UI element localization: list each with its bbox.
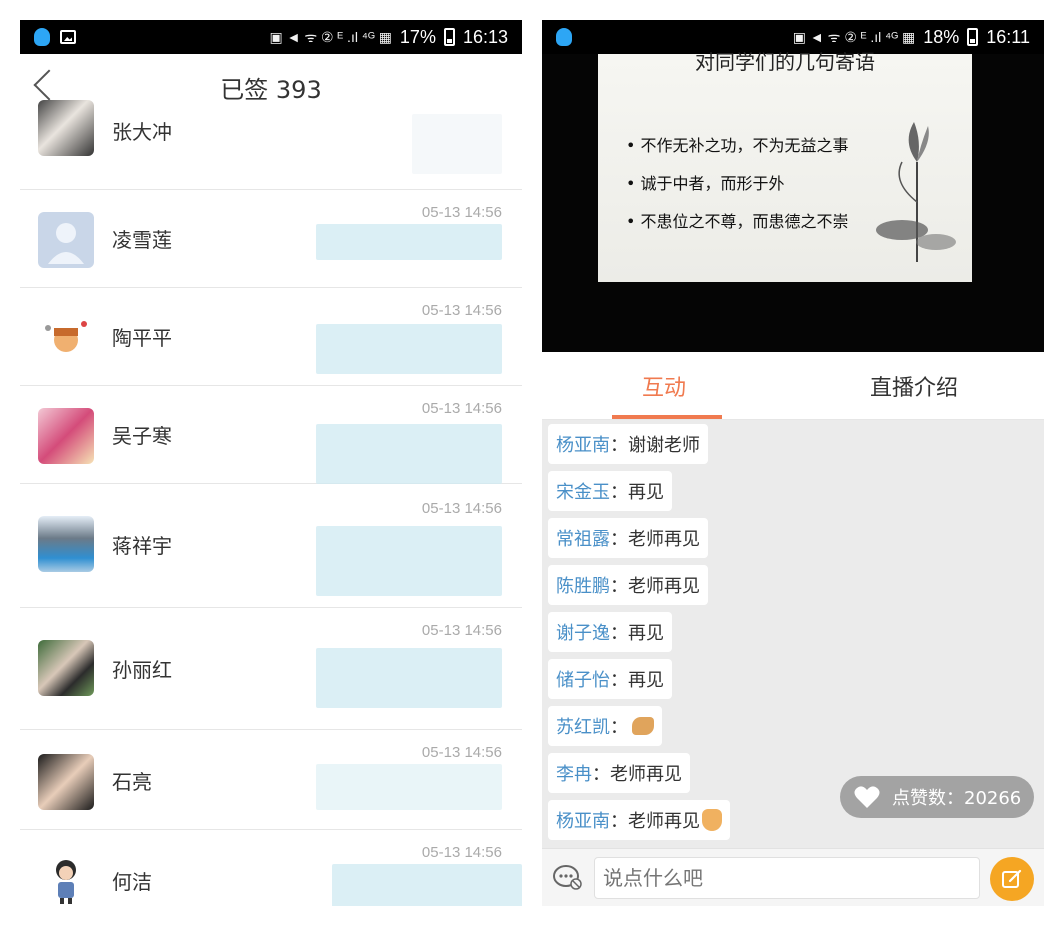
sign-time: 05-13 14:56 xyxy=(421,744,502,761)
avatar xyxy=(38,852,94,906)
avatar xyxy=(38,754,94,810)
chat-text: ：再见 xyxy=(610,482,664,503)
chat-text: ：谢谢老师 xyxy=(610,435,700,456)
right-screen: ▣ ◄ ᯤ ② ᴱ .ıl ⁴ᴳ ▦ 18% 16:11 对同学们的几句寄语 •… xyxy=(542,20,1044,906)
like-count: 点赞数：20266 xyxy=(892,788,1022,809)
status-icons: ▣ ◄ ᯤ ② ᴱ .ıl ⁴ᴳ ▦ xyxy=(269,28,392,45)
sign-time: 05-13 14:56 xyxy=(421,844,502,861)
member-name: 凌雪莲 xyxy=(112,228,172,252)
list-item[interactable]: 何洁 05-13 14:56 xyxy=(20,830,522,906)
chat-text: ： xyxy=(610,717,628,738)
chat-message: 苏红凯： xyxy=(548,706,662,746)
list-item[interactable]: 石亮 05-13 14:56 xyxy=(20,730,522,830)
chat-username[interactable]: 常祖露 xyxy=(556,525,610,551)
avatar xyxy=(38,310,94,366)
chat-username[interactable]: 陈胜鹏 xyxy=(556,572,610,598)
list-item[interactable]: 蒋祥宇 05-13 14:56 xyxy=(20,484,522,608)
sign-time: 05-13 14:56 xyxy=(421,204,502,221)
tab-indicator xyxy=(612,415,722,419)
chat-username[interactable]: 李冉 xyxy=(556,760,592,786)
lecture-slide: 对同学们的几句寄语 • 不作无补之功，不为无益之事 • 诚于中者，而形于外 • … xyxy=(598,50,972,282)
clock: 16:13 xyxy=(462,26,508,47)
status-icons: ▣ ◄ ᯤ ② ᴱ .ıl ⁴ᴳ ▦ xyxy=(792,28,916,45)
chat-username[interactable]: 储子怡 xyxy=(556,666,610,692)
sign-time: 05-13 14:56 xyxy=(421,622,502,639)
list-item[interactable]: 孙丽红 05-13 14:56 xyxy=(20,608,522,730)
sign-time: 05-13 14:56 xyxy=(421,400,502,417)
chat-message: 宋金玉 ：再见 xyxy=(548,471,672,511)
list-item[interactable]: 张大冲 xyxy=(20,100,522,190)
member-name: 吴子寒 xyxy=(112,424,172,448)
chat-message: 陈胜鹏 ：老师再见 xyxy=(548,565,708,605)
chat-username[interactable]: 杨亚南 xyxy=(556,431,610,457)
avatar xyxy=(38,212,94,268)
chat-text: ：老师再见 xyxy=(610,529,700,550)
member-name: 石亮 xyxy=(112,770,152,794)
member-name: 陶平平 xyxy=(112,326,172,350)
chat-message: 常祖露 ：老师再见 xyxy=(548,518,708,558)
member-name: 孙丽红 xyxy=(112,658,172,682)
chat-username[interactable]: 谢子逸 xyxy=(556,619,610,645)
left-screen: ▣ ◄ ᯤ ② ᴱ .ıl ⁴ᴳ ▦ 17% 16:13 已签 393 张大冲 … xyxy=(20,20,522,906)
emoji-toggle-icon[interactable] xyxy=(552,861,584,893)
list-item[interactable]: 吴子寒 05-13 14:56 xyxy=(20,386,522,484)
tab-interaction[interactable]: 互动 xyxy=(642,370,686,402)
avatar xyxy=(38,100,94,156)
chat-message: 杨亚南 ：老师再见 xyxy=(548,800,730,840)
chat-text: ：再见 xyxy=(610,623,664,644)
chat-text: ：再见 xyxy=(610,670,664,691)
list-item[interactable]: 凌雪莲 05-13 14:56 xyxy=(20,190,522,288)
like-counter-button[interactable]: 点赞数：20266 xyxy=(840,776,1034,818)
battery-percent: 18% xyxy=(923,26,960,47)
chat-message: 李冉 ：老师再见 xyxy=(548,753,690,793)
avatar xyxy=(38,408,94,464)
image-notification-icon xyxy=(60,30,76,44)
lotus-illustration xyxy=(876,122,956,262)
message-composer xyxy=(542,848,1044,906)
avatar xyxy=(38,516,94,572)
status-bar: ▣ ◄ ᯤ ② ᴱ .ıl ⁴ᴳ ▦ 17% 16:13 xyxy=(20,20,522,54)
member-name: 蒋祥宇 xyxy=(112,534,172,558)
compose-button[interactable] xyxy=(990,857,1034,901)
qq-notification-icon xyxy=(34,28,50,46)
chat-username[interactable]: 杨亚南 xyxy=(556,807,610,833)
page-title: 已签 393 xyxy=(220,75,322,104)
back-arrow-icon[interactable] xyxy=(33,69,65,101)
chat-text: ：老师再见 xyxy=(610,576,700,597)
chat-message: 储子怡 ：再见 xyxy=(548,659,672,699)
slide-line: • 诚于中者，而形于外 xyxy=(626,174,785,193)
slide-title: 对同学们的几句寄语 xyxy=(695,50,875,74)
battery-icon xyxy=(443,28,455,46)
heart-icon xyxy=(854,786,880,808)
qq-notification-icon xyxy=(556,28,572,46)
clock: 16:11 xyxy=(986,26,1030,47)
live-video[interactable]: 对同学们的几句寄语 • 不作无补之功，不为无益之事 • 诚于中者，而形于外 • … xyxy=(542,50,1044,352)
list-item[interactable]: 陶平平 05-13 14:56 xyxy=(20,288,522,386)
clap-hand-emoji-icon xyxy=(632,717,654,735)
tab-bar: 互动 直播介绍 xyxy=(542,352,1044,420)
member-name: 张大冲 xyxy=(112,120,172,144)
chat-input[interactable] xyxy=(594,857,980,899)
chat-message: 谢子逸 ：再见 xyxy=(548,612,672,652)
chat-username[interactable]: 苏红凯 xyxy=(556,713,610,739)
slide-line: • 不作无补之功，不为无益之事 xyxy=(626,136,849,155)
chat-message: 杨亚南 ：谢谢老师 xyxy=(548,424,708,464)
chat-username[interactable]: 宋金玉 xyxy=(556,478,610,504)
battery-percent: 17% xyxy=(399,26,436,47)
slide-line: • 不患位之不尊，而患德之不崇 xyxy=(626,212,849,231)
sign-time: 05-13 14:56 xyxy=(421,302,502,319)
nav-bar: 已签 393 xyxy=(20,54,522,120)
avatar xyxy=(38,640,94,696)
chat-text: ：老师再见 xyxy=(592,764,682,785)
sign-time: 05-13 14:56 xyxy=(421,500,502,517)
member-name: 何洁 xyxy=(112,870,152,894)
wave-hand-emoji-icon xyxy=(702,809,722,831)
battery-icon xyxy=(967,28,979,46)
chat-text: ：老师再见 xyxy=(610,811,700,832)
tab-live-intro[interactable]: 直播介绍 xyxy=(870,370,958,402)
edit-icon xyxy=(1002,869,1022,888)
